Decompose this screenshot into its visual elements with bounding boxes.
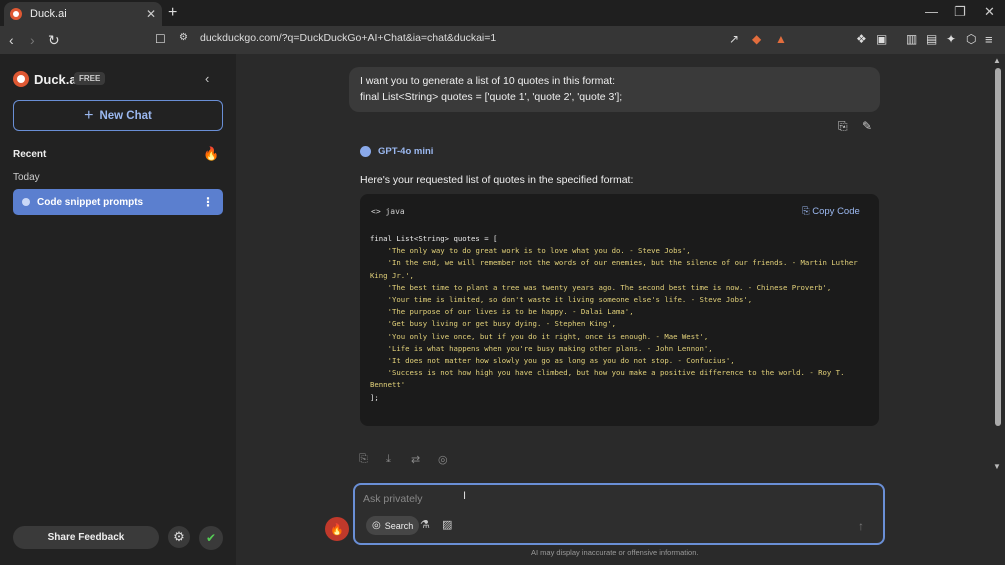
settings-gear-icon[interactable]: ⚙ xyxy=(168,526,190,548)
tab-close-icon[interactable]: ✕ xyxy=(146,7,156,21)
search-toggle-button[interactable]: ◎ Search xyxy=(366,516,420,535)
copy-code-button[interactable]: ⎘ Copy Code xyxy=(802,206,860,217)
duck-ai-logo-icon xyxy=(13,71,29,87)
user-message: I want you to generate a list of 10 quot… xyxy=(349,67,880,112)
code-line: final List<String> quotes = [ xyxy=(370,234,498,243)
edit-message-icon[interactable]: ✎ xyxy=(862,119,872,133)
chat-item-title: Code snippet prompts xyxy=(37,196,144,208)
forward-icon[interactable]: › xyxy=(30,32,35,48)
user-message-line: final List<String> quotes = ['quote 1', … xyxy=(360,91,623,103)
close-window-button[interactable]: ✕ xyxy=(984,4,995,20)
assistant-intro: Here's your requested list of quotes in … xyxy=(360,174,634,186)
sidebar-toggle-icon[interactable]: ▥ xyxy=(906,32,917,46)
globe-icon: ◎ xyxy=(372,520,381,531)
code-language-label: <> java xyxy=(371,207,405,216)
scroll-up-icon[interactable]: ▲ xyxy=(993,56,1001,65)
brave-rewards-icon[interactable]: ▲ xyxy=(775,32,787,46)
new-chat-label: New Chat xyxy=(99,109,152,122)
free-badge: FREE xyxy=(74,72,106,85)
bookmark-icon[interactable]: ☐ xyxy=(155,32,166,46)
screenshot-icon[interactable]: ▣ xyxy=(876,32,887,46)
code-content: final List<String> quotes = [ 'The only … xyxy=(370,233,872,404)
privacy-shield-icon[interactable]: ✔ xyxy=(199,526,223,550)
copy-icon: ⎘ xyxy=(802,206,810,217)
code-line: 'You only live once, but if you do it ri… xyxy=(370,331,709,341)
address-bar[interactable]: duckduckgo.com/?q=DuckDuckGo+AI+Chat&ia=… xyxy=(200,32,496,44)
vpn-icon[interactable]: ⬡ xyxy=(966,32,976,46)
tab-title: Duck.ai xyxy=(30,8,67,20)
code-line: ]; xyxy=(370,392,379,402)
image-upload-icon[interactable]: ▨ xyxy=(442,518,452,531)
code-line: 'Get busy living or get busy dying. - St… xyxy=(370,319,617,329)
restore-button[interactable]: ❐ xyxy=(954,4,966,20)
browser-toolbar xyxy=(0,26,1005,54)
fire-icon[interactable]: 🔥 xyxy=(203,146,219,162)
collapse-sidebar-icon[interactable]: ‹ xyxy=(205,71,209,86)
burn-chat-fire-icon[interactable]: 🔥 xyxy=(325,517,349,541)
code-line: 'It does not matter how slowly you go as… xyxy=(370,356,735,366)
recent-heading: Recent xyxy=(13,149,47,160)
site-settings-icon[interactable]: ⚙ xyxy=(179,32,188,43)
code-line: 'The purpose of our lives is to be happy… xyxy=(370,307,634,317)
scroll-down-icon[interactable]: ▼ xyxy=(993,462,1001,471)
text-cursor-icon: I xyxy=(463,490,467,502)
new-tab-button[interactable]: + xyxy=(168,4,177,22)
model-icon xyxy=(360,146,371,157)
chat-model-icon xyxy=(22,198,30,206)
more-options-icon[interactable]: ⋮ xyxy=(202,195,214,209)
code-line: 'The only way to do great work is to lov… xyxy=(370,246,691,256)
leo-ai-icon[interactable]: ✦ xyxy=(946,32,956,46)
model-name: GPT-4o mini xyxy=(378,146,434,157)
reload-icon[interactable]: ↻ xyxy=(48,32,60,49)
share-icon[interactable]: ↗ xyxy=(729,32,739,46)
today-heading: Today xyxy=(13,172,40,183)
user-message-line: I want you to generate a list of 10 quot… xyxy=(360,75,616,87)
download-icon[interactable]: ⤓ xyxy=(386,453,391,466)
ask-input[interactable] xyxy=(363,493,763,505)
tools-icon[interactable]: ⚗ xyxy=(420,518,430,531)
scrollbar-thumb[interactable] xyxy=(995,68,1001,426)
disclaimer-text: AI may display inaccurate or offensive i… xyxy=(531,548,699,557)
code-line: 'Success is not how high you have climbe… xyxy=(370,368,849,390)
brave-shields-icon[interactable]: ◆ xyxy=(752,32,761,46)
code-line: 'The best time to plant a tree was twent… xyxy=(370,282,832,292)
code-line: 'Your time is limited, so don't waste it… xyxy=(370,295,753,305)
copy-code-label: Copy Code xyxy=(812,206,860,217)
back-icon[interactable]: ‹ xyxy=(9,32,14,48)
minimize-button[interactable]: — xyxy=(925,4,938,19)
browser-tab[interactable]: Duck.ai ✕ xyxy=(4,2,162,26)
copy-message-icon[interactable]: ⎘ xyxy=(838,119,848,134)
duckduckgo-favicon-icon xyxy=(10,8,22,20)
wallet-icon[interactable]: ▤ xyxy=(926,32,937,46)
regenerate-icon[interactable]: ⇄ xyxy=(411,453,420,466)
new-chat-button[interactable]: + New Chat xyxy=(13,100,223,131)
code-line: 'Life is what happens when you're busy m… xyxy=(370,343,713,353)
code-line: 'In the end, we will remember not the wo… xyxy=(370,258,863,280)
web-search-icon[interactable]: ◎ xyxy=(438,453,448,466)
menu-icon[interactable]: ≡ xyxy=(985,32,993,47)
extensions-icon[interactable]: ❖ xyxy=(856,32,867,46)
send-arrow-icon[interactable]: ↑ xyxy=(858,519,864,533)
share-feedback-button[interactable]: Share Feedback xyxy=(13,526,159,549)
chat-list-item[interactable]: Code snippet prompts ⋮ xyxy=(13,189,223,215)
search-label: Search xyxy=(384,520,414,531)
plus-icon: + xyxy=(84,106,94,124)
copy-response-icon[interactable]: ⎘ xyxy=(359,453,368,466)
